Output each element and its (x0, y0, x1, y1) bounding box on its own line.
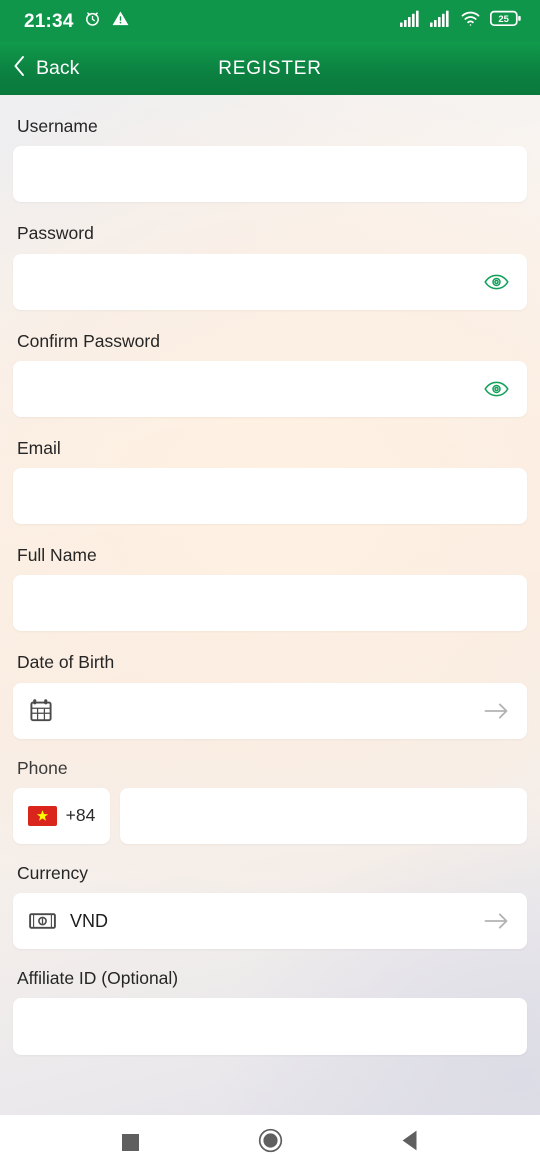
field-date-of-birth: Date of Birth (13, 652, 527, 739)
back-triangle-icon (400, 1129, 421, 1157)
alarm-clock-icon (83, 9, 102, 33)
country-code-label: +84 (65, 805, 96, 826)
label-email: Email (17, 437, 61, 458)
currency-value: VND (70, 910, 109, 931)
chevron-left-icon (12, 54, 27, 83)
confirm-password-input[interactable] (13, 360, 527, 417)
register-screen: 21:34 25 Back REGISTER Username Password… (0, 0, 540, 1170)
field-password: Password (13, 223, 527, 310)
status-bar: 21:34 25 (0, 0, 540, 42)
label-confirm-password: Confirm Password (17, 330, 160, 351)
app-header: Back REGISTER (0, 42, 540, 95)
email-input[interactable] (13, 468, 527, 524)
battery-level-text: 25 (498, 13, 508, 24)
field-full-name: Full Name (13, 545, 527, 632)
label-password: Password (17, 223, 94, 244)
currency-selector[interactable]: VND (13, 893, 527, 949)
warning-triangle-icon (111, 9, 130, 33)
affiliate-id-input[interactable] (13, 998, 527, 1056)
android-navigation-bar (0, 1115, 540, 1170)
register-form: Username Password Confirm Password Email… (0, 95, 540, 1115)
country-code-selector[interactable]: +84 (13, 787, 110, 844)
back-button-nav[interactable] (382, 1120, 438, 1166)
recents-button[interactable] (102, 1120, 158, 1166)
field-affiliate-id: Affiliate ID (Optional) (13, 968, 527, 1056)
field-username: Username (13, 116, 527, 203)
field-phone: Phone +84 (13, 757, 527, 844)
field-email: Email (13, 437, 527, 524)
label-currency: Currency (17, 862, 88, 883)
signal-bars-sim1-icon (400, 10, 421, 32)
label-full-name: Full Name (17, 545, 97, 565)
date-of-birth-selector[interactable] (13, 682, 527, 739)
label-phone: Phone (17, 757, 68, 778)
phone-row: +84 (13, 787, 527, 844)
password-input[interactable] (13, 253, 527, 310)
arrow-right-icon (481, 906, 511, 936)
signal-bars-sim2-icon (430, 10, 451, 32)
battery-icon: 25 (489, 10, 522, 32)
wifi-icon (460, 10, 481, 32)
status-bar-clock: 21:34 (24, 10, 74, 32)
phone-number-input[interactable] (120, 787, 527, 844)
vietnam-flag-icon (27, 805, 57, 826)
back-button-label: Back (36, 56, 80, 79)
home-circle-icon (258, 1128, 283, 1158)
label-affiliate-id: Affiliate ID (Optional) (17, 968, 179, 988)
field-confirm-password: Confirm Password (13, 330, 527, 417)
banknote-icon (29, 911, 56, 931)
arrow-right-icon (481, 696, 511, 726)
username-input[interactable] (13, 146, 527, 203)
full-name-input[interactable] (13, 575, 527, 632)
field-currency: Currency VND (13, 862, 527, 949)
label-date-of-birth: Date of Birth (17, 652, 115, 673)
home-button[interactable] (242, 1120, 298, 1166)
confirm-password-visibility-eye-icon[interactable] (481, 374, 511, 404)
password-visibility-eye-icon[interactable] (481, 267, 511, 297)
calendar-icon (29, 698, 55, 724)
label-username: Username (17, 116, 98, 136)
back-button[interactable]: Back (0, 42, 93, 95)
status-bar-right: 25 (400, 10, 522, 32)
recents-square-icon (121, 1134, 139, 1151)
status-bar-left: 21:34 (24, 9, 130, 33)
